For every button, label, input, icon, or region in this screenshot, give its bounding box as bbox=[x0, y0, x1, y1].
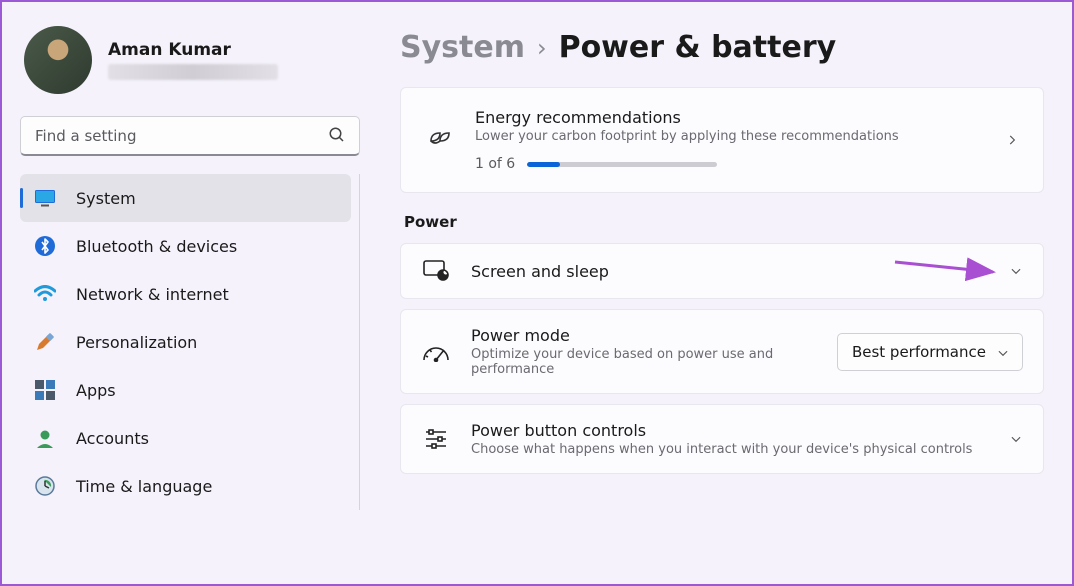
section-label-power: Power bbox=[404, 213, 1044, 231]
breadcrumb: System › Power & battery bbox=[400, 30, 1044, 65]
card-title: Power button controls bbox=[471, 421, 989, 440]
sidebar: Aman Kumar System Bluetooth & devices bbox=[2, 2, 372, 584]
breadcrumb-parent[interactable]: System bbox=[400, 30, 525, 65]
profile-email-redacted bbox=[108, 64, 278, 80]
sidebar-item-label: Apps bbox=[76, 381, 116, 400]
sidebar-item-system[interactable]: System bbox=[20, 174, 351, 222]
card-subtitle: Lower your carbon footprint by applying … bbox=[475, 129, 985, 144]
card-subtitle: Choose what happens when you interact wi… bbox=[471, 442, 989, 457]
system-icon bbox=[34, 187, 56, 209]
progress-text: 1 of 6 bbox=[475, 156, 515, 172]
energy-recommendations-card[interactable]: Energy recommendations Lower your carbon… bbox=[400, 87, 1044, 193]
screen-sleep-icon bbox=[421, 260, 451, 282]
sidebar-item-label: Accounts bbox=[76, 429, 149, 448]
chevron-right-icon bbox=[1005, 133, 1019, 147]
progress-bar bbox=[527, 162, 717, 167]
sidebar-item-network[interactable]: Network & internet bbox=[20, 270, 351, 318]
avatar bbox=[24, 26, 92, 94]
gauge-icon bbox=[421, 342, 451, 362]
power-button-controls-card[interactable]: Power button controls Choose what happen… bbox=[400, 404, 1044, 474]
sidebar-item-label: Personalization bbox=[76, 333, 197, 352]
time-icon bbox=[34, 475, 56, 497]
accounts-icon bbox=[34, 427, 56, 449]
sidebar-item-personalization[interactable]: Personalization bbox=[20, 318, 351, 366]
chevron-right-icon: › bbox=[537, 34, 547, 62]
search-wrap bbox=[20, 116, 360, 156]
sidebar-item-label: Time & language bbox=[76, 477, 212, 496]
sliders-icon bbox=[421, 428, 451, 450]
card-title: Screen and sleep bbox=[471, 262, 989, 281]
sidebar-item-apps[interactable]: Apps bbox=[20, 366, 351, 414]
screen-and-sleep-card[interactable]: Screen and sleep bbox=[400, 243, 1044, 299]
wifi-icon bbox=[34, 283, 56, 305]
sidebar-item-time[interactable]: Time & language bbox=[20, 462, 351, 510]
chevron-down-icon bbox=[996, 346, 1010, 360]
power-mode-card[interactable]: Power mode Optimize your device based on… bbox=[400, 309, 1044, 394]
search-input[interactable] bbox=[20, 116, 360, 156]
chevron-down-icon bbox=[1009, 264, 1023, 278]
apps-icon bbox=[34, 379, 56, 401]
sidebar-item-label: Network & internet bbox=[76, 285, 229, 304]
leaf-icon bbox=[425, 127, 455, 153]
card-subtitle: Optimize your device based on power use … bbox=[471, 347, 817, 377]
card-title: Energy recommendations bbox=[475, 108, 985, 127]
sidebar-item-accounts[interactable]: Accounts bbox=[20, 414, 351, 462]
power-mode-select[interactable]: Best performance bbox=[837, 333, 1023, 371]
search-icon bbox=[328, 126, 346, 144]
select-value: Best performance bbox=[852, 343, 986, 361]
page-title: Power & battery bbox=[559, 30, 837, 65]
sidebar-item-bluetooth[interactable]: Bluetooth & devices bbox=[20, 222, 351, 270]
card-title: Power mode bbox=[471, 326, 817, 345]
sidebar-item-label: Bluetooth & devices bbox=[76, 237, 237, 256]
bluetooth-icon bbox=[34, 235, 56, 257]
profile-name: Aman Kumar bbox=[108, 40, 278, 60]
nav-list: System Bluetooth & devices Network & int… bbox=[20, 174, 360, 510]
profile-block[interactable]: Aman Kumar bbox=[20, 20, 360, 116]
brush-icon bbox=[34, 331, 56, 353]
chevron-down-icon bbox=[1009, 432, 1023, 446]
main-content: System › Power & battery Energy recommen… bbox=[372, 2, 1072, 584]
progress-fill bbox=[527, 162, 559, 167]
sidebar-item-label: System bbox=[76, 189, 136, 208]
